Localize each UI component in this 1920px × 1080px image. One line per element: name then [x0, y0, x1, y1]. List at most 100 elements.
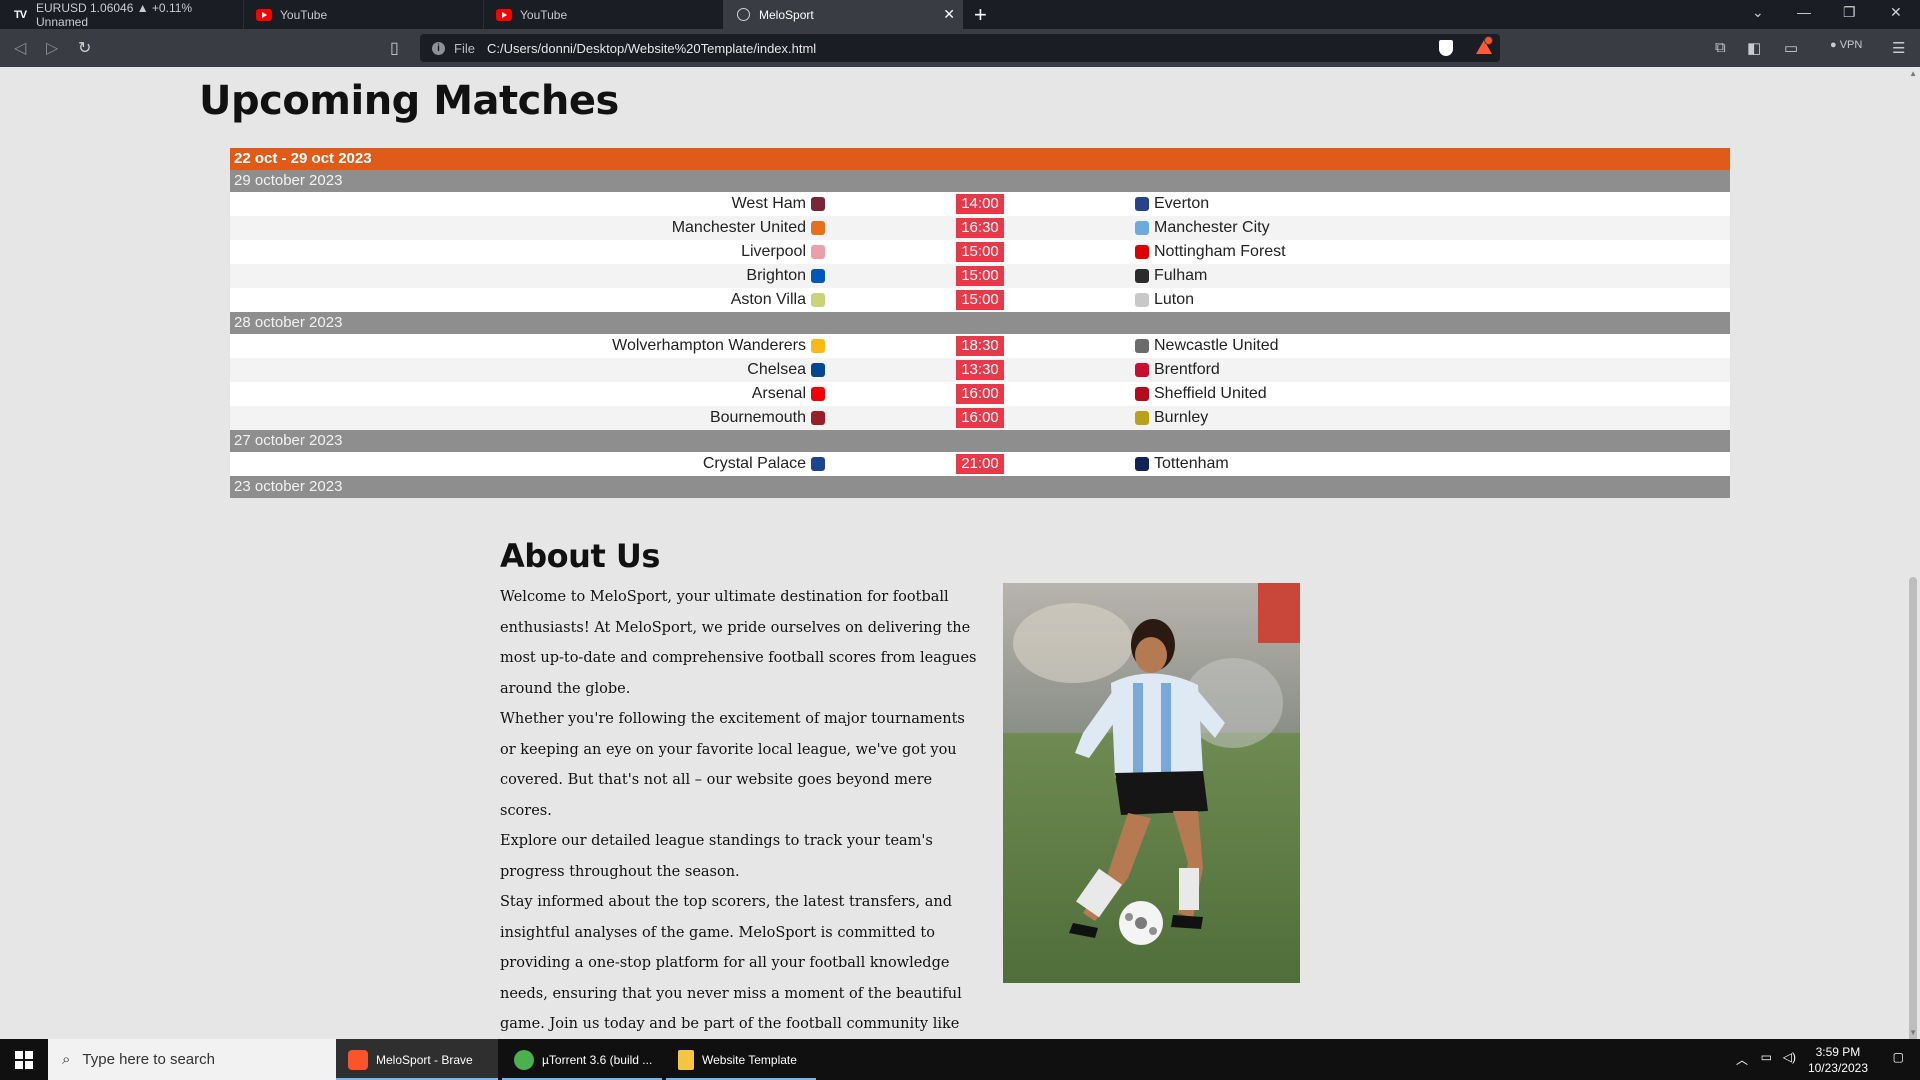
- away-team: Tottenham: [1130, 452, 1229, 476]
- kickoff-time: 14:00: [956, 194, 1004, 214]
- globe-icon: [735, 7, 751, 23]
- close-tab-icon[interactable]: ✕: [943, 6, 955, 23]
- match-row[interactable]: Bournemouth 16:00 Burnley: [230, 406, 1730, 430]
- url-input[interactable]: i File C:/Users/donni/Desktop/Website%20…: [420, 34, 1500, 62]
- kickoff-time: 16:00: [956, 408, 1004, 428]
- away-team-name: Burnley: [1154, 409, 1209, 426]
- away-team: Newcastle United: [1130, 334, 1279, 358]
- menu-icon[interactable]: ☰: [1892, 39, 1905, 57]
- forward-icon[interactable]: ▷: [46, 38, 58, 58]
- away-crest-icon: [1135, 411, 1149, 425]
- away-team-name: Luton: [1154, 291, 1195, 308]
- away-crest-icon: [1135, 245, 1149, 259]
- taskbar-search-box[interactable]: ⌕ Type here to search: [48, 1039, 336, 1080]
- extensions-icon[interactable]: ⧉: [1715, 39, 1726, 56]
- minimize-icon[interactable]: —: [1797, 4, 1811, 20]
- vpn-button[interactable]: ● VPN: [1830, 39, 1862, 51]
- match-date-header: 27 october 2023: [230, 430, 1730, 452]
- match-row[interactable]: Arsenal 16:00 Sheffield United: [230, 382, 1730, 406]
- search-placeholder: Type here to search: [82, 1051, 215, 1068]
- about-us-text: Welcome to MeloSport, your ultimate dest…: [500, 582, 985, 1039]
- brave-shields-icon[interactable]: [1439, 40, 1453, 56]
- tab-melosport[interactable]: MeloSport ✕: [723, 0, 963, 29]
- clock[interactable]: 3:59 PM 10/23/2023: [1808, 1044, 1868, 1076]
- utorrent-icon: [514, 1049, 534, 1070]
- match-row[interactable]: Aston Villa 15:00 Luton: [230, 288, 1730, 312]
- match-row[interactable]: West Ham 14:00 Everton: [230, 192, 1730, 216]
- address-bar: ◁ ▷ ↻ ▯ i File C:/Users/donni/Desktop/We…: [0, 29, 1920, 67]
- scroll-up-icon[interactable]: ▲: [1909, 69, 1917, 78]
- about-paragraph: Explore our detailed league standings to…: [500, 833, 933, 880]
- youtube-icon: [256, 7, 272, 23]
- notification-dot: [1484, 36, 1493, 45]
- network-icon[interactable]: ▭: [1761, 1050, 1772, 1064]
- home-team: West Ham: [732, 192, 830, 216]
- scrollbar-thumb[interactable]: [1909, 577, 1917, 1045]
- scroll-down-icon[interactable]: ▼: [1909, 1028, 1917, 1037]
- home-crest-icon: [811, 387, 825, 401]
- away-team-name: Tottenham: [1154, 455, 1229, 472]
- reload-icon[interactable]: ↻: [78, 38, 91, 58]
- page-scrollbar[interactable]: ▲ ▼: [1906, 67, 1920, 1045]
- home-team: Liverpool: [741, 240, 830, 264]
- matches-table: 22 oct - 29 oct 2023 29 october 2023 West…: [230, 148, 1730, 498]
- tab-label: EURUSD 1.06046 ▲ +0.11% Unnamed: [36, 0, 193, 29]
- back-icon[interactable]: ◁: [14, 38, 26, 58]
- away-team-name: Manchester City: [1154, 219, 1270, 236]
- match-row[interactable]: Liverpool 15:00 Nottingham Forest: [230, 240, 1730, 264]
- match-row[interactable]: Chelsea 13:30 Brentford: [230, 358, 1730, 382]
- home-team: Bournemouth: [710, 406, 830, 430]
- url-scheme: File: [454, 40, 475, 56]
- away-team: Fulham: [1130, 264, 1207, 288]
- new-tab-button[interactable]: +: [974, 2, 987, 28]
- tradingview-icon: TV: [13, 8, 27, 21]
- home-crest-icon: [811, 363, 825, 377]
- tab-youtube-2[interactable]: YouTube: [483, 0, 723, 29]
- home-crest-icon: [811, 245, 825, 259]
- kickoff-time: 16:30: [956, 218, 1004, 238]
- upcoming-matches-title: Upcoming Matches: [199, 78, 619, 124]
- match-row[interactable]: Brighton 15:00 Fulham: [230, 264, 1730, 288]
- home-team: Manchester United: [672, 216, 830, 240]
- taskbar-app-brave[interactable]: MeloSport - Brave: [336, 1039, 498, 1080]
- match-date-header: 23 october 2023: [230, 476, 1730, 498]
- tab-list-icon[interactable]: ⌄: [1752, 4, 1764, 21]
- tab-tradingview[interactable]: TV EURUSD 1.06046 ▲ +0.11% Unnamed: [0, 0, 243, 29]
- home-team: Chelsea: [747, 358, 830, 382]
- footballer-photo: [1003, 583, 1300, 983]
- taskbar-app-explorer[interactable]: Website Template: [666, 1039, 816, 1080]
- home-team-name: Brighton: [746, 267, 806, 284]
- match-group: West Ham 14:00 Everton Manchester United 16:…: [230, 192, 1730, 312]
- away-team: Sheffield United: [1130, 382, 1267, 406]
- away-crest-icon: [1135, 363, 1149, 377]
- about-us-title: About Us: [500, 537, 660, 575]
- chevron-up-icon[interactable]: ︿: [1736, 1051, 1748, 1068]
- away-crest-icon: [1135, 293, 1149, 307]
- windows-logo-icon: [15, 1050, 33, 1069]
- restore-icon[interactable]: ❐: [1843, 4, 1856, 21]
- close-window-icon[interactable]: ✕: [1890, 4, 1902, 21]
- match-group: Crystal Palace 21:00 Tottenham: [230, 452, 1730, 476]
- tab-label: YouTube: [520, 7, 568, 22]
- away-team-name: Brentford: [1154, 361, 1220, 378]
- taskbar-app-utorrent[interactable]: µTorrent 3.6 (build ...: [502, 1039, 662, 1080]
- notifications-icon[interactable]: ▢: [1893, 1050, 1904, 1064]
- info-icon[interactable]: i: [432, 41, 445, 55]
- bookmark-icon[interactable]: ▯: [390, 38, 399, 58]
- volume-icon[interactable]: ◁): [1783, 1050, 1796, 1064]
- tab-youtube-1[interactable]: YouTube: [243, 0, 483, 29]
- home-crest-icon: [811, 293, 825, 307]
- url-text[interactable]: C:/Users/donni/Desktop/Website%20Templat…: [487, 41, 816, 56]
- match-row[interactable]: Crystal Palace 21:00 Tottenham: [230, 452, 1730, 476]
- match-row[interactable]: Manchester United 16:30 Manchester City: [230, 216, 1730, 240]
- brave-icon: [348, 1049, 368, 1070]
- away-crest-icon: [1135, 339, 1149, 353]
- start-button[interactable]: [0, 1039, 48, 1080]
- sidebar-icon[interactable]: ◧: [1747, 39, 1761, 57]
- home-team-name: West Ham: [731, 195, 806, 212]
- kickoff-time: 13:30: [956, 360, 1004, 380]
- match-row[interactable]: Wolverhampton Wanderers 18:30 Newcastle Un…: [230, 334, 1730, 358]
- page-viewport: Upcoming Matches 22 oct - 29 oct 2023 29…: [0, 67, 1920, 1039]
- wallet-icon[interactable]: ▭: [1784, 39, 1798, 57]
- away-team: Nottingham Forest: [1130, 240, 1286, 264]
